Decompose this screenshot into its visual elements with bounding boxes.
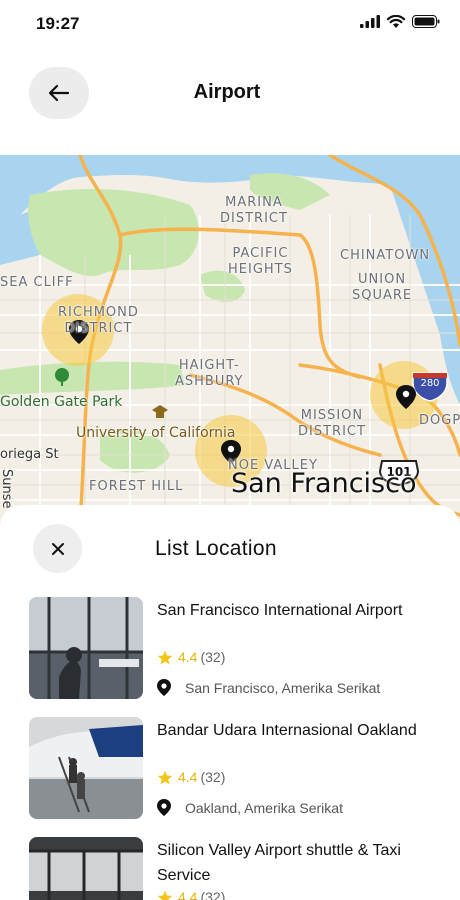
airport-photo	[29, 717, 143, 819]
map-label-haight: HAIGHT- ASHBURY	[175, 358, 244, 389]
list-item[interactable]: Bandar Udara Internasional Oakland 4.4 (…	[29, 717, 449, 821]
star-icon	[157, 650, 173, 664]
battery-icon	[412, 15, 440, 28]
map-view[interactable]: MARINA DISTRICT PACIFIC HEIGHTS CHINATOW…	[0, 155, 460, 525]
page-title: Airport	[193, 81, 261, 103]
rating: 4.4 (32)	[157, 769, 225, 785]
status-icons	[360, 15, 440, 28]
sheet-title: List Location	[155, 537, 277, 560]
map-pin-icon	[157, 679, 171, 696]
header: Airport	[0, 50, 460, 154]
map-label-chinatown: CHINATOWN	[340, 248, 431, 263]
map-label-sunset: Sunse	[0, 469, 14, 509]
map-label-dogpatch: DOGP	[419, 413, 460, 428]
location-text: Oakland, Amerika Serikat	[185, 799, 343, 816]
close-button[interactable]	[33, 524, 82, 573]
status-time: 19:27	[36, 14, 80, 33]
map-label-pacific-heights: PACIFIC HEIGHTS	[228, 246, 293, 277]
item-name: Silicon Valley Airport shuttle & Taxi Se…	[157, 842, 401, 884]
star-icon	[157, 890, 173, 900]
item-name: Bandar Udara Internasional Oakland	[157, 722, 417, 739]
status-bar: 19:27	[0, 0, 460, 50]
location: Oakland, Amerika Serikat	[157, 799, 343, 816]
map-label-richmond: RICHMOND DISTRICT	[58, 305, 139, 336]
item-name: San Francisco International Airport	[157, 602, 403, 619]
close-icon	[51, 542, 64, 555]
cellular-signal-icon	[360, 15, 380, 28]
map-city-label: San Francisco	[231, 468, 417, 499]
rating-value: 4.4	[178, 649, 198, 665]
rating-count: (32)	[200, 769, 226, 785]
map-label-university: University of California	[76, 425, 236, 441]
map-label-golden-gate-park: Golden Gate Park	[0, 394, 123, 410]
rating: 4.4 (32)	[157, 649, 225, 665]
list-item[interactable]: Silicon Valley Airport shuttle & Taxi Se…	[29, 837, 449, 900]
star-icon	[157, 770, 173, 784]
map-label-sea-cliff: SEA CLIFF	[0, 275, 74, 290]
map-label-union-square: UNION SQUARE	[352, 272, 413, 303]
location-text: San Francisco, Amerika Serikat	[185, 679, 381, 696]
map-label-marina: MARINA DISTRICT	[220, 195, 288, 226]
location: San Francisco, Amerika Serikat	[157, 679, 380, 696]
map-label-mission: MISSION DISTRICT	[298, 408, 366, 439]
rating-count: (32)	[200, 889, 226, 900]
wifi-icon	[387, 15, 405, 28]
airport-photo	[29, 837, 143, 900]
airport-photo	[29, 597, 143, 699]
list-item[interactable]: San Francisco International Airport 4.4 …	[29, 597, 449, 701]
rating: 4.4 (32)	[157, 889, 225, 900]
map-label-noriega: oriega St	[0, 447, 59, 462]
rating-value: 4.4	[178, 769, 198, 785]
rating-value: 4.4	[178, 889, 198, 900]
map-pin-icon	[157, 799, 171, 816]
map-label-forest-hill: FOREST HILL	[89, 479, 184, 494]
rating-count: (32)	[200, 649, 226, 665]
map-label-hw280: 280	[420, 378, 440, 389]
